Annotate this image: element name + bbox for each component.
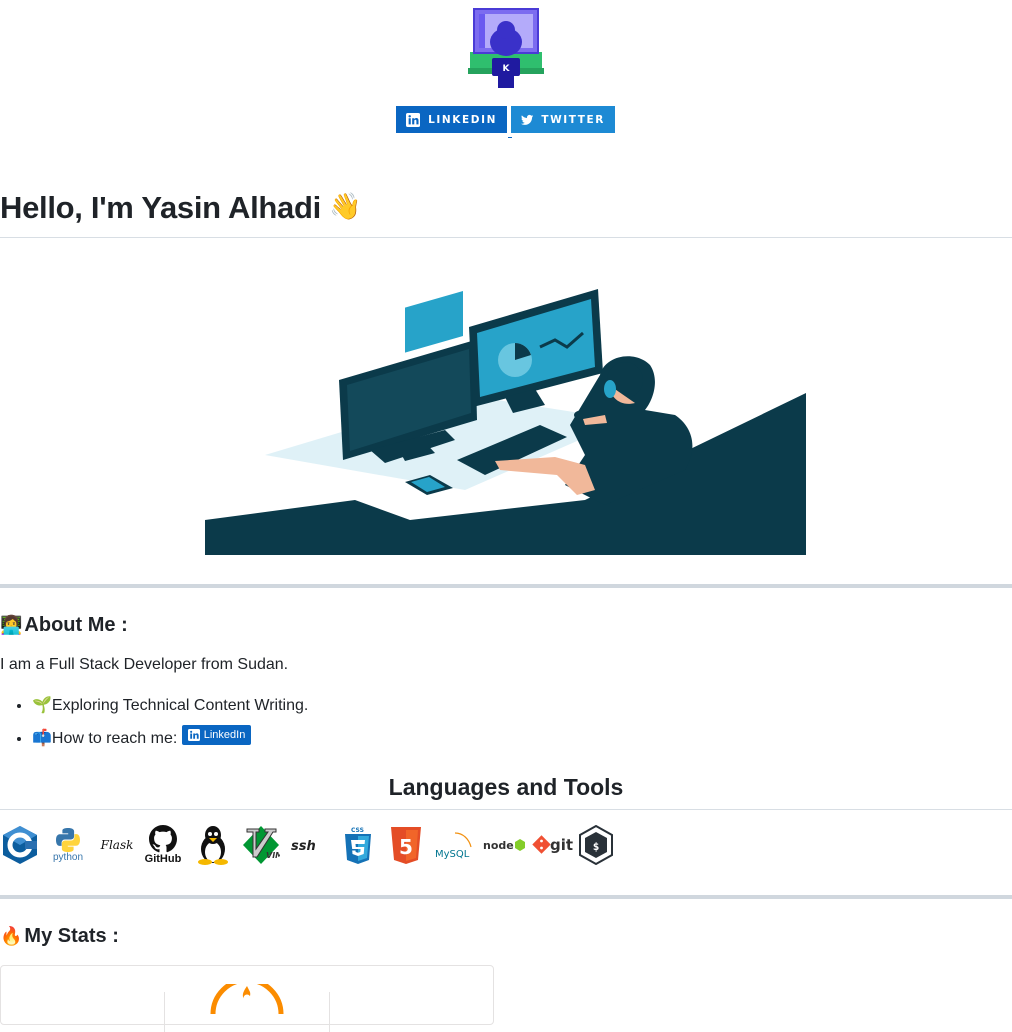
github-logo[interactable]: GitHub: [143, 823, 183, 867]
linkedin-button-label: LINKEDIN: [428, 113, 497, 126]
title-divider: [0, 237, 1012, 238]
twitter-button[interactable]: TWITTER: [511, 106, 615, 133]
git-icon: git: [532, 835, 573, 854]
css3-shield-icon: CSS: [345, 827, 371, 864]
vim-logo[interactable]: VIM: [241, 823, 281, 867]
linkedin-icon: [406, 112, 421, 127]
page-title-text: Hello, I'm Yasin Alhadi: [0, 190, 321, 225]
page-title: Hello, I'm Yasin Alhadi 👋: [0, 190, 362, 226]
python-icon: [56, 828, 80, 852]
html5-shield-icon: 5: [391, 827, 421, 864]
git-logo[interactable]: git: [532, 823, 574, 867]
linux-logo[interactable]: [193, 823, 233, 867]
section-divider-1: [0, 584, 1012, 588]
streak-card-divider: [329, 992, 330, 1032]
waving-hand-emoji: 👋: [329, 191, 362, 221]
c-language-icon: [3, 826, 37, 864]
developer-at-desk-illustration-icon: [205, 289, 806, 555]
ssh-label: ssh: [291, 839, 316, 854]
github-octocat-icon: [149, 825, 177, 853]
html5-logo[interactable]: 5: [386, 823, 426, 867]
list-item: 📫How to reach me: LinkedIn: [32, 725, 308, 755]
twitter-bird-icon: [521, 114, 534, 125]
c-language-logo[interactable]: [0, 823, 40, 867]
my-stats-heading: 🔥 My Stats :: [0, 925, 119, 948]
my-stats-title: My Stats :: [24, 925, 119, 947]
languages-tools-heading: Languages and Tools: [388, 774, 624, 800]
mysql-dolphin-icon: MySQL: [435, 832, 472, 860]
flask-label: Flask: [100, 838, 134, 852]
html5-label: 5: [399, 835, 413, 859]
bash-logo[interactable]: $: [576, 823, 616, 867]
developer-at-computer-logo-icon: K: [468, 8, 544, 88]
linkedin-icon: [187, 729, 200, 741]
technologist-emoji: 👩‍💻: [0, 615, 23, 635]
seedling-emoji: 🌱: [32, 697, 52, 714]
bash-label: $: [593, 840, 600, 853]
about-list: 🌱Exploring Technical Content Writing. 📫H…: [0, 695, 308, 755]
mysql-logo[interactable]: MySQL: [433, 823, 475, 867]
twitter-button-label: TWITTER: [541, 113, 605, 126]
nodejs-logo[interactable]: node: [482, 823, 526, 867]
list-item-text: How to reach me:: [51, 730, 182, 747]
python-label: python: [52, 852, 84, 863]
vim-icon: VIM: [243, 826, 280, 864]
nodejs-icon: node: [483, 839, 525, 852]
about-me-title: About Me :: [24, 614, 128, 636]
flask-logo[interactable]: Flask: [96, 823, 138, 867]
nodejs-label: node: [483, 839, 514, 852]
section-divider-2: [0, 895, 1012, 899]
profile-logo: K: [468, 8, 544, 90]
badge-underline: [508, 137, 512, 138]
streak-card-divider: [164, 992, 165, 1032]
about-intro: I am a Full Stack Developer from Sudan.: [0, 656, 289, 673]
github-label: GitHub: [144, 853, 182, 865]
linkedin-button[interactable]: LINKEDIN: [396, 106, 507, 133]
ssh-icon: ssh: [291, 839, 316, 854]
css3-logo[interactable]: CSS: [338, 823, 378, 867]
linkedin-contact-badge[interactable]: LinkedIn: [181, 725, 252, 745]
about-me-heading: 👩‍💻 About Me :: [0, 614, 128, 637]
list-item-text: Exploring Technical Content Writing.: [51, 697, 309, 714]
ssh-logo[interactable]: ssh: [289, 823, 331, 867]
linkedin-contact-label: LinkedIn: [203, 729, 246, 741]
css3-label: CSS: [351, 827, 364, 834]
mysql-label: MySQL: [435, 849, 470, 860]
fire-emoji: 🔥: [0, 926, 23, 946]
python-logo[interactable]: python: [48, 823, 88, 867]
hero-illustration: [205, 285, 806, 555]
vim-label: VIM: [266, 851, 280, 860]
linux-tux-icon: [198, 826, 228, 865]
languages-divider: [0, 809, 1012, 810]
logo-letter: K: [503, 64, 511, 74]
git-label: git: [550, 836, 573, 854]
list-item: 🌱Exploring Technical Content Writing.: [32, 695, 308, 725]
github-streak-card: [0, 965, 494, 1032]
streak-ring-icon: [210, 984, 284, 1014]
bash-terminal-icon: $: [579, 825, 613, 865]
mailbox-emoji: 📫: [32, 730, 52, 747]
